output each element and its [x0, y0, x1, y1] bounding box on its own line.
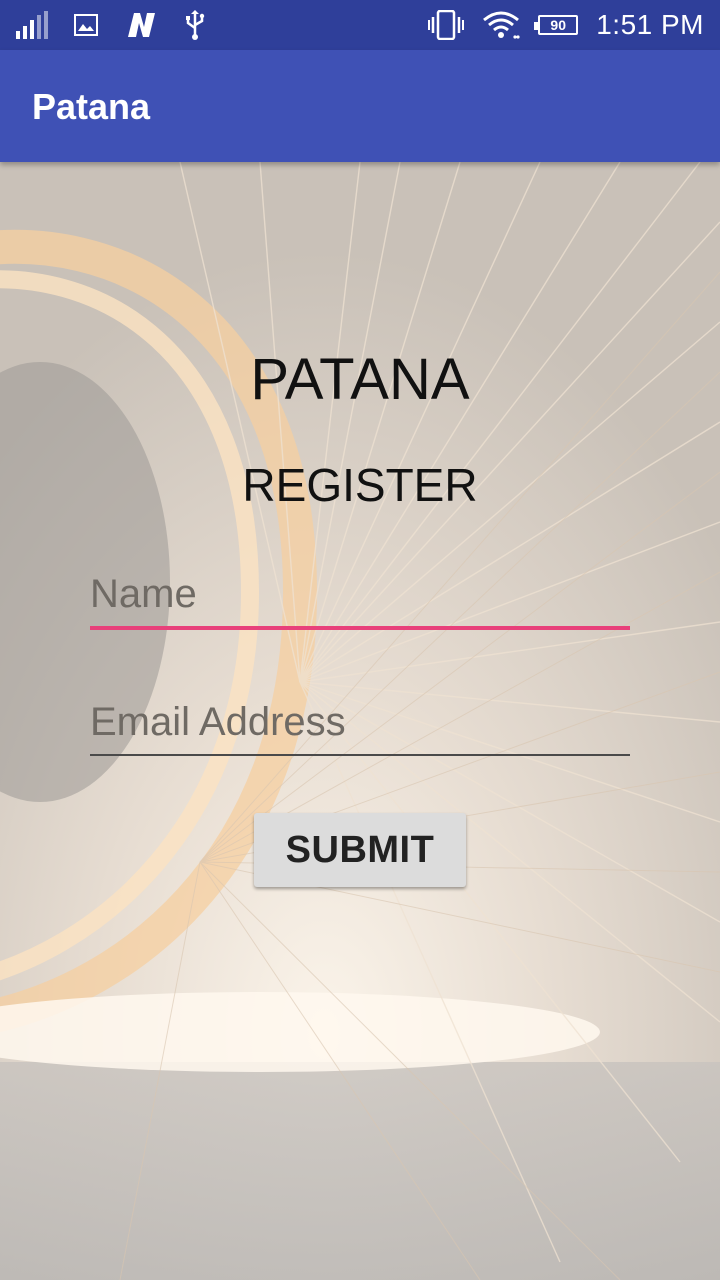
app-screen: 90 1:51 PM Patana PATANA REGISTER SUBMIT [0, 0, 720, 1280]
name-field [90, 566, 630, 630]
app-n-notification-icon [128, 13, 155, 37]
name-field-underline [90, 626, 630, 630]
register-heading: REGISTER [242, 459, 478, 511]
image-notification-icon [74, 14, 98, 36]
battery-icon: 90 [534, 15, 579, 35]
wifi-icon [483, 11, 520, 39]
usb-icon [186, 10, 205, 40]
email-input[interactable] [90, 694, 630, 750]
status-time: 1:51 PM [596, 9, 704, 40]
app-title: Patana [32, 86, 151, 127]
app-bar: Patana [0, 50, 720, 162]
email-field [90, 694, 630, 756]
brand-title: PATANA [250, 347, 470, 412]
status-bar: 90 1:51 PM [0, 0, 720, 50]
submit-button[interactable]: SUBMIT [254, 813, 466, 887]
battery-level: 90 [550, 17, 566, 33]
name-input[interactable] [90, 566, 630, 622]
email-field-underline [90, 754, 630, 756]
vibrate-icon [428, 10, 465, 40]
signal-icon [16, 11, 48, 39]
